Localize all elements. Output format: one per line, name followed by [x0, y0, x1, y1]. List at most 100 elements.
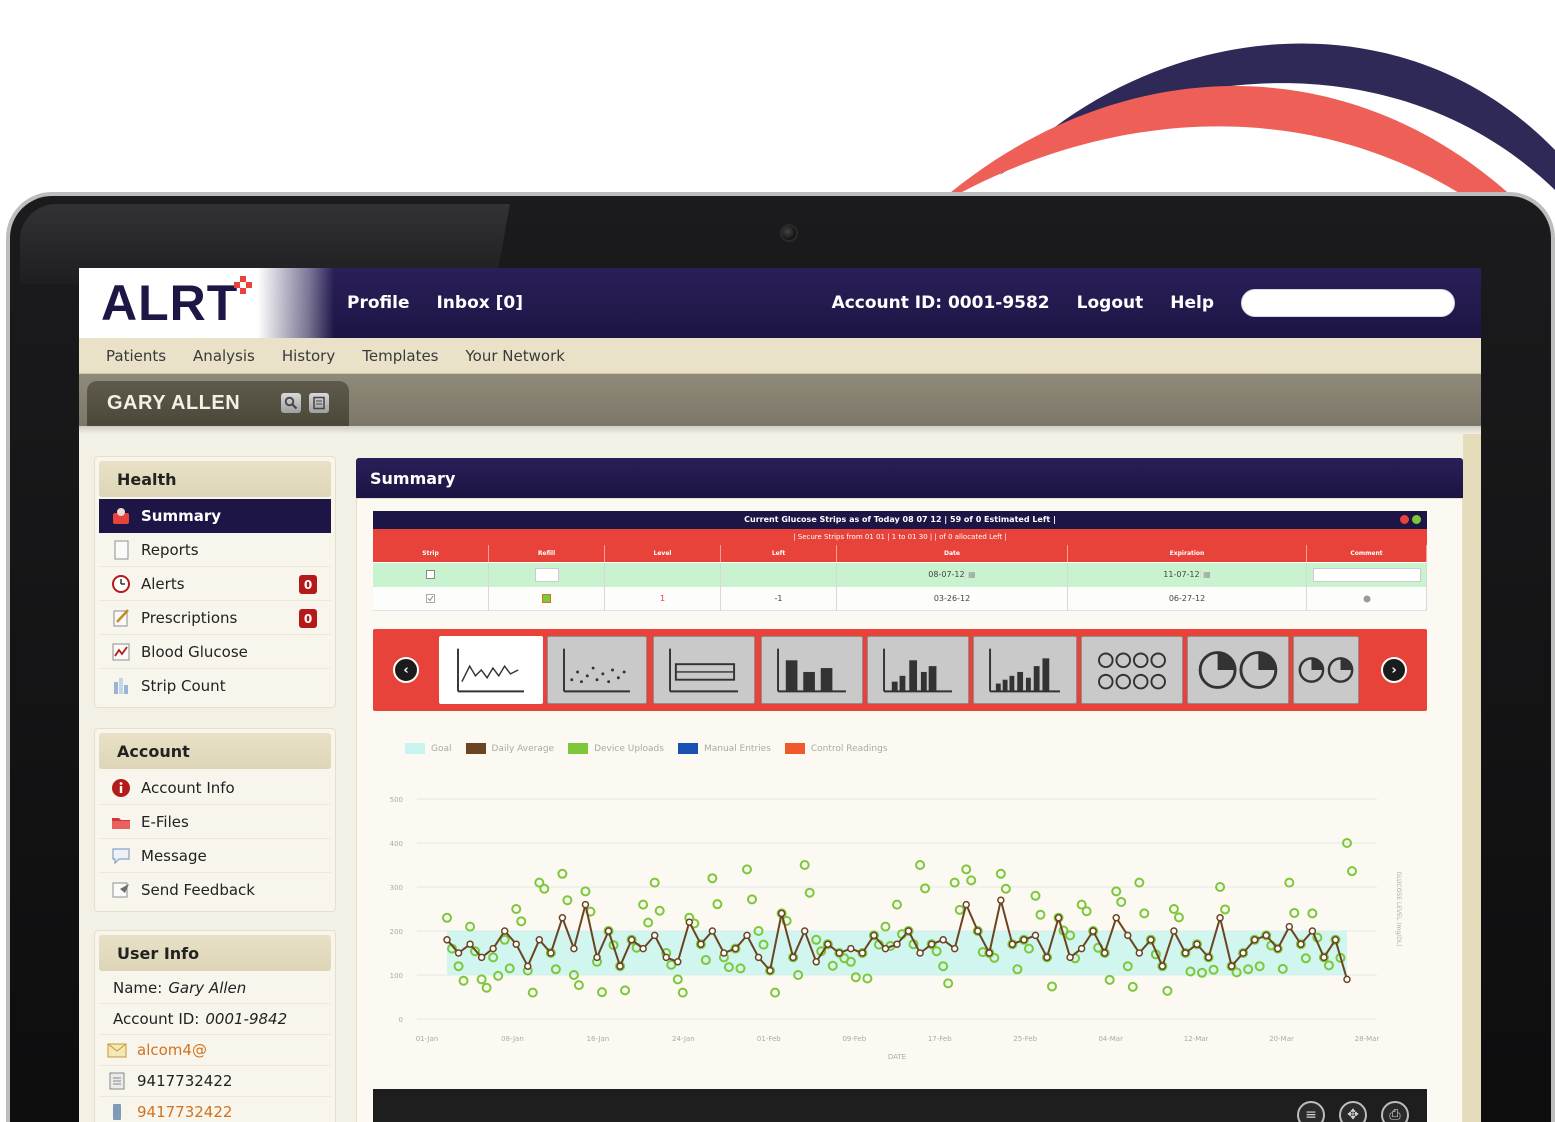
sidebar-item-reports[interactable]: Reports: [99, 533, 331, 567]
sidebar-item-strip-count[interactable]: Strip Count: [99, 669, 331, 703]
sidebar-item-label: Strip Count: [141, 677, 226, 695]
expand-dot-icon[interactable]: [1412, 515, 1421, 524]
daily-average-point: [1343, 975, 1351, 984]
daily-average-point: [1135, 949, 1144, 957]
row-checkbox-cell[interactable]: [373, 563, 489, 587]
pie-small-chart-icon[interactable]: [1293, 636, 1359, 704]
histogram-icon[interactable]: [867, 636, 969, 704]
alerts-icon: [111, 574, 131, 594]
bar-chart-icon[interactable]: [761, 636, 863, 704]
patient-tab[interactable]: GARY ALLEN: [87, 381, 349, 426]
daily-average-point: [443, 936, 451, 944]
email-icon: [107, 1040, 127, 1060]
column-header: Strip: [373, 545, 489, 563]
nav-inbox[interactable]: Inbox [0]: [436, 293, 523, 313]
main-panel: Summary Current Glucose Strips as of Tod…: [356, 458, 1463, 1122]
legend-item[interactable]: Device Uploads: [568, 743, 664, 754]
sidebar-item-blood-glucose[interactable]: Blood Glucose: [99, 635, 331, 669]
sidebar-item-label: Reports: [141, 540, 199, 559]
sidebar-item-send-feedback[interactable]: Send Feedback: [99, 873, 331, 907]
user-email[interactable]: alcom4@: [137, 1041, 207, 1059]
search-input[interactable]: [1241, 289, 1455, 317]
legend-item[interactable]: Control Readings: [784, 743, 888, 754]
sidebar-item-account-info[interactable]: Account Info: [99, 771, 331, 805]
subnav-history[interactable]: History: [282, 347, 335, 365]
daily-average-point: [731, 944, 740, 953]
subnav-your-network[interactable]: Your Network: [466, 347, 565, 365]
sidebar-item-alerts[interactable]: Alerts 0: [99, 567, 331, 601]
daily-average-point: [985, 949, 994, 957]
column-chart-icon[interactable]: [973, 636, 1077, 704]
legend-item[interactable]: Goal: [405, 743, 452, 754]
subnav-patients[interactable]: Patients: [106, 347, 166, 365]
dots-chart-icon[interactable]: [1081, 636, 1183, 704]
refill-cell[interactable]: [489, 563, 605, 587]
box-chart-icon[interactable]: [653, 636, 755, 704]
message-icon: [111, 846, 131, 866]
nav-logout[interactable]: Logout: [1077, 293, 1144, 313]
sidebar-item-message[interactable]: Message: [99, 839, 331, 873]
daily-average-point: [1308, 927, 1317, 935]
logo-area[interactable]: ALRT: [79, 268, 334, 338]
comment-input-icon[interactable]: [1312, 567, 1421, 582]
daily-average-point: [1147, 936, 1155, 944]
device-upload-point: [1220, 904, 1231, 915]
y-tick-label: 500: [390, 796, 403, 804]
device-upload-point: [597, 987, 607, 998]
legend-swatch: [568, 743, 589, 754]
line-chart-icon[interactable]: [439, 636, 543, 704]
refill-input-icon[interactable]: [534, 567, 559, 582]
daily-average-point: [824, 940, 832, 948]
scatter-chart-icon[interactable]: [547, 636, 647, 704]
daily-average-point: [1331, 936, 1340, 944]
strip-table-subtitle: | Secure Strips from 01 01 | 1 to 01 30 …: [373, 529, 1427, 545]
comment-cell[interactable]: [1307, 563, 1427, 587]
chart-footer-bar: ≡ ✥ ⎙: [373, 1089, 1427, 1122]
device-upload-point: [458, 975, 469, 986]
date-cell[interactable]: 08-07-12 ▦: [837, 563, 1068, 587]
daily-average-point: [893, 940, 901, 948]
user-phone2-line[interactable]: 9417732422: [99, 1097, 331, 1122]
device-upload-point: [880, 921, 891, 932]
row-checkbox-cell[interactable]: [373, 587, 489, 611]
list-icon[interactable]: ≡: [1297, 1101, 1325, 1122]
device-upload-point: [961, 864, 972, 875]
device-upload-point: [995, 868, 1006, 879]
notes-icon[interactable]: [309, 393, 329, 413]
legend-item[interactable]: Manual Entries: [677, 743, 771, 754]
search-icon[interactable]: [281, 393, 301, 413]
calendar-icon[interactable]: ▦: [1203, 570, 1211, 579]
nav-profile[interactable]: Profile: [347, 293, 409, 313]
print-icon[interactable]: ⎙: [1381, 1101, 1409, 1122]
calendar-icon[interactable]: ▦: [968, 570, 976, 579]
x-axis-label: DATE: [888, 1053, 906, 1061]
sidebar-item-summary[interactable]: Summary: [99, 499, 331, 533]
pie-chart-icon[interactable]: [1187, 636, 1289, 704]
legend-item[interactable]: Daily Average: [465, 743, 554, 754]
nav-help[interactable]: Help: [1170, 293, 1214, 313]
daily-average-point: [1124, 931, 1132, 940]
expand-icon[interactable]: ✥: [1339, 1101, 1367, 1122]
subnav-templates[interactable]: Templates: [362, 347, 438, 365]
prev-arrow-icon[interactable]: ‹: [393, 657, 419, 683]
date-value[interactable]: 08-07-12: [928, 570, 966, 579]
expiration-value[interactable]: 11-07-12: [1163, 570, 1201, 579]
daily-average-point: [870, 931, 878, 940]
close-dot-icon[interactable]: [1400, 515, 1409, 524]
daily-average-point: [685, 918, 694, 926]
checkbox-icon[interactable]: [426, 570, 435, 579]
next-arrow-icon[interactable]: ›: [1381, 657, 1407, 683]
user-email-line[interactable]: alcom4@: [99, 1035, 331, 1066]
daily-average-point: [1077, 944, 1086, 953]
expiration-cell: 06-27-12: [1068, 587, 1307, 611]
checked-icon[interactable]: [426, 594, 435, 603]
subnav-analysis[interactable]: Analysis: [193, 347, 255, 365]
sidebar-item-efiles[interactable]: E-Files: [99, 805, 331, 839]
patient-name: GARY ALLEN: [107, 392, 241, 414]
user-phone2[interactable]: 9417732422: [137, 1103, 232, 1121]
expiration-cell[interactable]: 11-07-12 ▦: [1068, 563, 1307, 587]
webcam: [780, 224, 798, 242]
account-heading: Account: [99, 733, 331, 769]
sidebar-item-prescriptions[interactable]: Prescriptions 0: [99, 601, 331, 635]
daily-average-point: [812, 958, 820, 966]
